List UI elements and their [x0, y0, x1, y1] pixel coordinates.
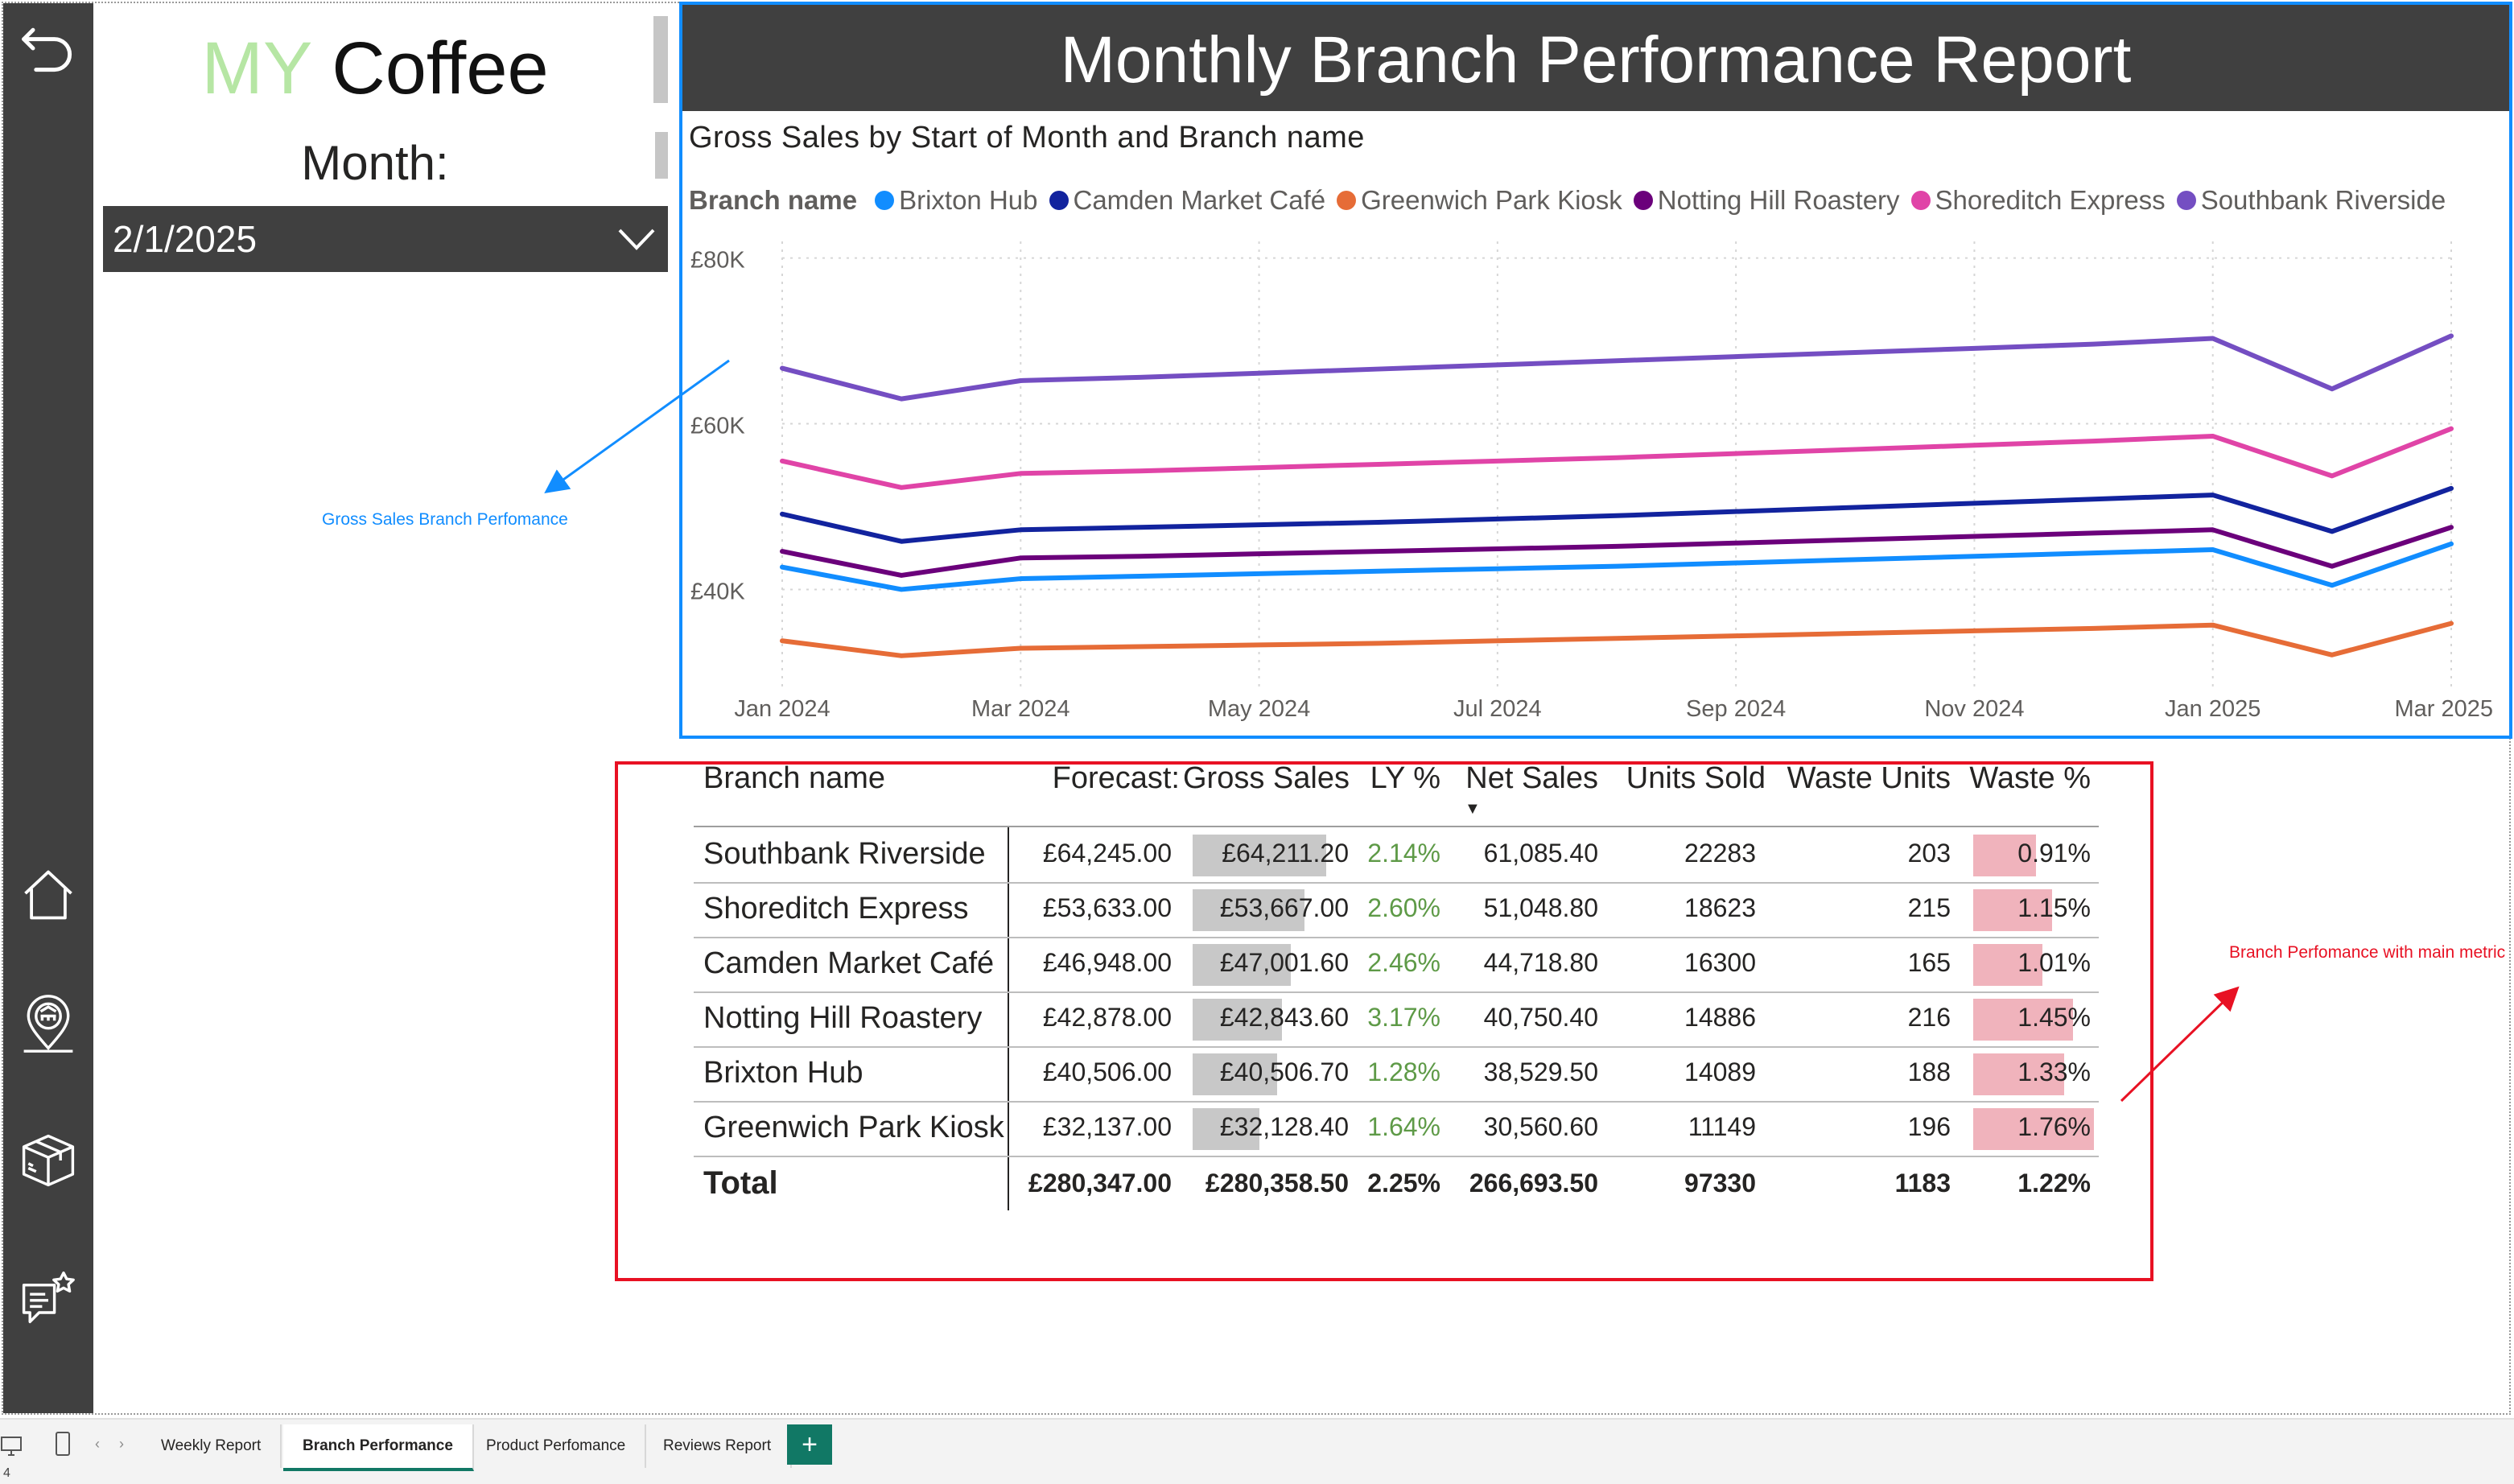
prev-page-icon[interactable]: ‹: [95, 1436, 100, 1453]
units-sold-cell: 18623: [1684, 893, 1756, 922]
total-waste-units: 1183: [1894, 1169, 1951, 1198]
total-net-sales: 266,693.50: [1469, 1169, 1598, 1198]
branch-name-cell[interactable]: Southbank Riverside: [703, 837, 986, 872]
net-sales-cell: 51,048.80: [1483, 893, 1598, 922]
ly-percent-cell: 1.64%: [1367, 1112, 1440, 1141]
waste-units-cell: 165: [1907, 948, 1951, 977]
waste-percent-cell: 1.45%: [2017, 1003, 2091, 1032]
waste-percent-cell: 0.91%: [2017, 839, 2091, 868]
ly-percent-cell: 1.28%: [1367, 1057, 1440, 1086]
net-sales-cell: 38,529.50: [1483, 1057, 1598, 1086]
units-sold-cell: 11149: [1688, 1112, 1756, 1141]
column-header[interactable]: Net Sales: [1453, 761, 1598, 796]
units-sold-cell: 22283: [1684, 839, 1756, 868]
mobile-view-icon[interactable]: [53, 1431, 74, 1458]
waste-percent-cell: 1.76%: [2017, 1112, 2091, 1141]
next-page-icon[interactable]: ›: [119, 1436, 124, 1453]
total-gross-sales: £280,358.50: [1205, 1169, 1349, 1198]
annotation-chart-label: Gross Sales Branch Perfomance: [322, 510, 568, 529]
net-sales-cell: 44,718.80: [1483, 948, 1598, 977]
row-divider: [694, 1156, 2099, 1157]
gross-sales-cell: £42,843.60: [1219, 1003, 1349, 1032]
waste-units-cell: 216: [1907, 1003, 1951, 1032]
units-sold-cell: 14886: [1684, 1003, 1756, 1032]
column-header[interactable]: Units Sold: [1608, 761, 1766, 796]
branch-name-cell[interactable]: Notting Hill Roastery: [703, 1001, 982, 1036]
row-divider: [694, 882, 2099, 884]
waste-units-cell: 188: [1907, 1057, 1951, 1086]
branch-name-cell[interactable]: Greenwich Park Kiosk: [703, 1111, 1004, 1145]
tab-product-perfomance[interactable]: Product Perfomance: [467, 1424, 647, 1468]
forecast-cell: £64,245.00: [1042, 839, 1172, 868]
waste-units-cell: 203: [1907, 839, 1951, 868]
ly-percent-cell: 3.17%: [1367, 1003, 1440, 1032]
waste-percent-cell: 1.01%: [2017, 948, 2091, 977]
sort-descending-icon: ▼: [1465, 800, 1481, 818]
ly-percent-cell: 2.60%: [1367, 893, 1440, 922]
column-header[interactable]: Waste %: [1959, 761, 2091, 796]
forecast-cell: £40,506.00: [1042, 1057, 1172, 1086]
forecast-cell: £42,878.00: [1042, 1003, 1172, 1032]
total-ly-percent: 2.25%: [1367, 1169, 1440, 1198]
column-header[interactable]: LY %: [1363, 761, 1440, 796]
add-page-button[interactable]: +: [787, 1424, 832, 1465]
ly-percent-cell: 2.14%: [1367, 839, 1440, 868]
row-divider: [694, 937, 2099, 938]
page-indicator: 4: [3, 1466, 10, 1480]
forecast-cell: £53,633.00: [1042, 893, 1172, 922]
gross-sales-cell: £47,001.60: [1219, 948, 1349, 977]
column-header[interactable]: Gross Sales: [1183, 761, 1350, 796]
gross-sales-cell: £32,128.40: [1219, 1112, 1349, 1141]
header-divider: [694, 826, 2099, 827]
total-units-sold: 97330: [1684, 1169, 1756, 1198]
units-sold-cell: 14089: [1684, 1057, 1756, 1086]
tab-reviews-report[interactable]: Reviews Report: [644, 1424, 793, 1468]
forecast-cell: £46,948.00: [1042, 948, 1172, 977]
ly-percent-cell: 2.46%: [1367, 948, 1440, 977]
waste-percent-cell: 1.33%: [2017, 1057, 2091, 1086]
column-header[interactable]: Waste Units: [1769, 761, 1951, 796]
tab-weekly-report[interactable]: Weekly Report: [142, 1424, 282, 1468]
forecast-cell: £32,137.00: [1042, 1112, 1172, 1141]
net-sales-cell: 40,750.40: [1483, 1003, 1598, 1032]
units-sold-cell: 16300: [1684, 948, 1756, 977]
column-header[interactable]: Forecast:: [987, 761, 1180, 796]
total-label: Total: [703, 1165, 778, 1201]
row-divider: [694, 991, 2099, 993]
gross-sales-cell: £40,506.70: [1219, 1057, 1349, 1086]
net-sales-cell: 30,560.60: [1483, 1112, 1598, 1141]
annotation-table-label: Branch Perfomance with main metric: [2229, 943, 2506, 962]
gross-sales-cell: £53,667.00: [1219, 893, 1349, 922]
row-divider: [694, 1046, 2099, 1048]
tab-branch-performance[interactable]: Branch Performance: [283, 1424, 474, 1471]
row-divider: [694, 1101, 2099, 1103]
gross-sales-cell: £64,211.20: [1222, 839, 1349, 868]
total-waste-percent: 1.22%: [2017, 1169, 2091, 1198]
waste-units-cell: 215: [1907, 893, 1951, 922]
desktop-view-icon[interactable]: [0, 1434, 24, 1458]
waste-units-cell: 196: [1907, 1112, 1951, 1141]
column-header[interactable]: Branch name: [703, 761, 945, 796]
total-forecast: £280,347.00: [1028, 1169, 1172, 1198]
annotation-arrow-chart: [544, 359, 730, 493]
branch-name-cell[interactable]: Camden Market Café: [703, 946, 994, 981]
waste-percent-cell: 1.15%: [2017, 893, 2091, 922]
branch-name-cell[interactable]: Brixton Hub: [703, 1056, 863, 1090]
net-sales-cell: 61,085.40: [1483, 839, 1598, 868]
branch-name-cell[interactable]: Shoreditch Express: [703, 892, 969, 926]
